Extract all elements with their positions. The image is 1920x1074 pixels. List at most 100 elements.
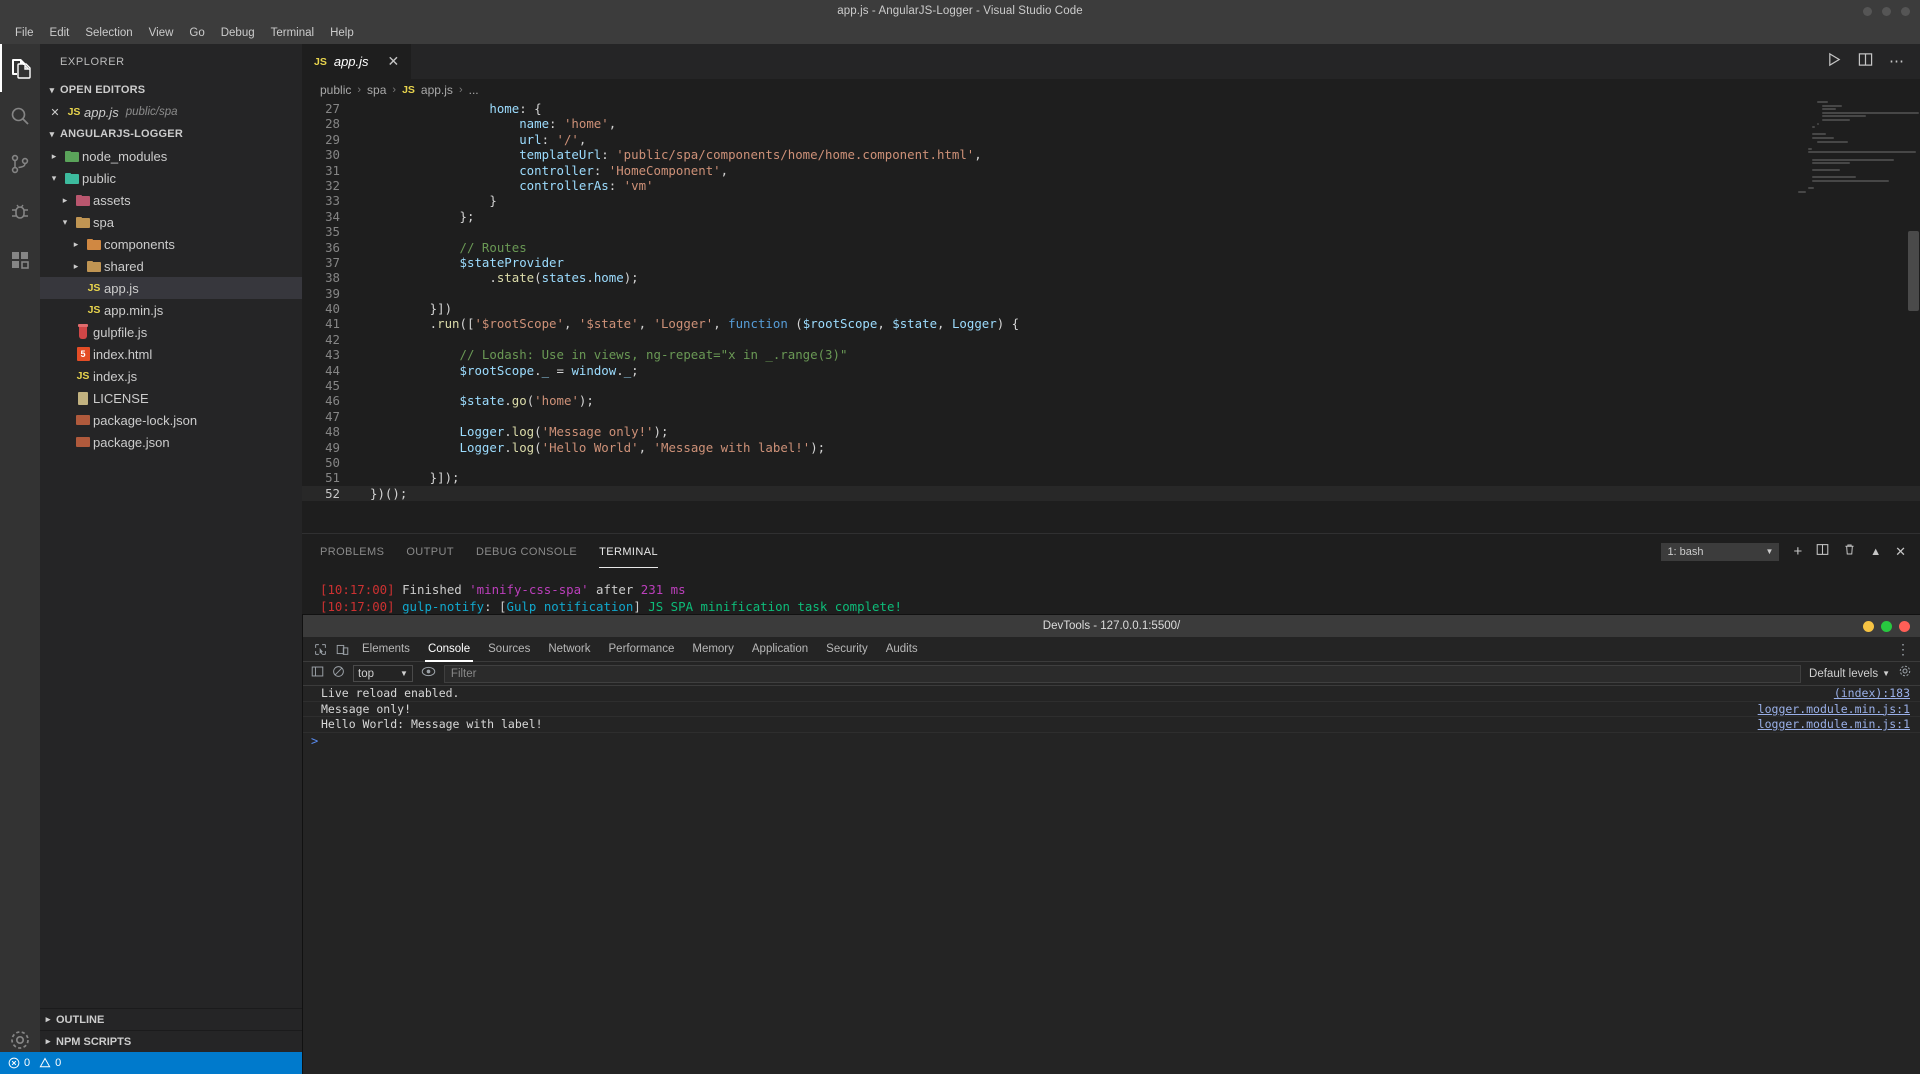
code-line[interactable]: 44 $rootScope._ = window._; <box>302 363 1920 378</box>
panel-tab-debug-console[interactable]: DEBUG CONSOLE <box>476 538 577 566</box>
activity-debug-button[interactable] <box>0 188 40 236</box>
activity-scm-button[interactable] <box>0 140 40 188</box>
tree-folder-assets[interactable]: ▸assets <box>40 189 302 211</box>
tree-folder-components[interactable]: ▸components <box>40 233 302 255</box>
console-message-source[interactable]: logger.module.min.js:1 <box>1758 702 1910 716</box>
tree-file-app-min-js[interactable]: JSapp.min.js <box>40 299 302 321</box>
menu-item-terminal[interactable]: Terminal <box>263 25 322 41</box>
tree-folder-spa[interactable]: ▾spa <box>40 211 302 233</box>
code-line[interactable]: 46 $state.go('home'); <box>302 393 1920 408</box>
terminal-selector[interactable]: 1: bash ▼ <box>1661 543 1779 561</box>
code-line[interactable]: 47 <box>302 409 1920 424</box>
maximize-button[interactable] <box>1882 7 1891 16</box>
minimize-button[interactable] <box>1863 7 1872 16</box>
tab-app-js[interactable]: JS app.js ✕ <box>302 44 412 79</box>
npm-scripts-section-header[interactable]: ▸ NPM SCRIPTS <box>40 1030 302 1052</box>
devtools-maximize-button[interactable] <box>1881 621 1892 632</box>
more-actions-icon[interactable]: ⋯ <box>1889 57 1904 67</box>
code-line[interactable]: 51 }]); <box>302 470 1920 485</box>
devtools-tab-console[interactable]: Console <box>419 637 479 662</box>
devtools-tab-network[interactable]: Network <box>539 637 599 662</box>
code-line[interactable]: 40 }]) <box>302 301 1920 316</box>
menu-item-go[interactable]: Go <box>181 25 212 41</box>
tree-file-index-js[interactable]: JSindex.js <box>40 365 302 387</box>
open-editor-item[interactable]: ✕JSapp.jspublic/spa <box>40 101 302 123</box>
panel-tab-problems[interactable]: PROBLEMS <box>320 538 384 566</box>
breadcrumb-item[interactable]: app.js <box>421 83 453 97</box>
live-expression-icon[interactable] <box>421 665 436 683</box>
code-line[interactable]: 45 <box>302 378 1920 393</box>
code-line[interactable]: 34 }; <box>302 209 1920 224</box>
code-line[interactable]: 33 } <box>302 193 1920 208</box>
breadcrumb-item[interactable]: ... <box>469 83 479 97</box>
activity-search-button[interactable] <box>0 92 40 140</box>
device-toolbar-icon[interactable] <box>331 637 353 662</box>
split-terminal-icon[interactable] <box>1816 543 1829 561</box>
code-line[interactable]: 27 home: { <box>302 101 1920 116</box>
maximize-panel-icon[interactable]: ▲ <box>1870 546 1881 558</box>
chevron-right-icon[interactable]: ▸ <box>46 151 62 162</box>
tree-file-package-lock-json[interactable]: package-lock.json <box>40 409 302 431</box>
code-line[interactable]: 32 controllerAs: 'vm' <box>302 178 1920 193</box>
minimap[interactable] <box>1798 101 1906 221</box>
tree-file-index-html[interactable]: 5index.html <box>40 343 302 365</box>
code-line[interactable]: 37 $stateProvider <box>302 255 1920 270</box>
code-line[interactable]: 43 // Lodash: Use in views, ng-repeat="x… <box>302 347 1920 362</box>
devtools-tab-performance[interactable]: Performance <box>600 637 684 662</box>
console-prompt[interactable]: > <box>303 733 1920 749</box>
tree-file-gulpfile-js[interactable]: gulpfile.js <box>40 321 302 343</box>
code-line[interactable]: 41 .run(['$rootScope', '$state', 'Logger… <box>302 316 1920 331</box>
panel-tab-terminal[interactable]: TERMINAL <box>599 538 658 566</box>
menu-item-debug[interactable]: Debug <box>213 25 263 41</box>
activity-explorer-button[interactable] <box>0 44 40 92</box>
chevron-down-icon[interactable]: ▾ <box>46 173 62 184</box>
code-editor[interactable]: 27 home: {28 name: 'home',29 url: '/',30… <box>302 101 1920 533</box>
console-message-source[interactable]: (index):183 <box>1834 686 1910 700</box>
project-section-header[interactable]: ▾ ANGULARJS-LOGGER <box>40 123 302 145</box>
devtools-close-button[interactable] <box>1899 621 1910 632</box>
chevron-down-icon[interactable]: ▾ <box>57 217 73 228</box>
devtools-settings-icon[interactable] <box>1898 664 1912 683</box>
code-line[interactable]: 38 .state(states.home); <box>302 270 1920 285</box>
code-line[interactable]: 48 Logger.log('Message only!'); <box>302 424 1920 439</box>
code-line[interactable]: 36 // Routes <box>302 240 1920 255</box>
log-levels-selector[interactable]: Default levels ▼ <box>1809 668 1890 680</box>
code-line[interactable]: 30 templateUrl: 'public/spa/components/h… <box>302 147 1920 162</box>
code-line[interactable]: 42 <box>302 332 1920 347</box>
tree-folder-public[interactable]: ▾public <box>40 167 302 189</box>
code-line[interactable]: 35 <box>302 224 1920 239</box>
devtools-tab-sources[interactable]: Sources <box>479 637 539 662</box>
tree-file-license[interactable]: LICENSE <box>40 387 302 409</box>
breadcrumb-item[interactable]: spa <box>367 83 386 97</box>
devtools-minimize-button[interactable] <box>1863 621 1874 632</box>
menu-item-view[interactable]: View <box>141 25 182 41</box>
devtools-tab-security[interactable]: Security <box>817 637 877 662</box>
panel-tab-output[interactable]: OUTPUT <box>406 538 454 566</box>
open-editors-section-header[interactable]: ▾ OPEN EDITORS <box>40 79 302 101</box>
devtools-tab-audits[interactable]: Audits <box>877 637 927 662</box>
menu-item-selection[interactable]: Selection <box>77 25 140 41</box>
code-line[interactable]: 52})(); <box>302 486 1920 501</box>
code-line[interactable]: 39 <box>302 286 1920 301</box>
close-icon[interactable]: ✕ <box>388 53 400 70</box>
inspect-element-icon[interactable] <box>309 637 331 662</box>
split-editor-icon[interactable] <box>1858 52 1873 72</box>
status-problems[interactable]: 0 0 <box>8 1057 61 1069</box>
devtools-window-controls[interactable] <box>1863 615 1910 637</box>
menu-item-edit[interactable]: Edit <box>42 25 78 41</box>
console-filter-input[interactable]: Filter <box>444 665 1801 683</box>
code-line[interactable]: 31 controller: 'HomeComponent', <box>302 163 1920 178</box>
code-line[interactable]: 28 name: 'home', <box>302 116 1920 131</box>
chevron-right-icon[interactable]: ▸ <box>68 239 84 250</box>
kill-terminal-icon[interactable] <box>1843 543 1856 561</box>
code-line[interactable]: 50 <box>302 455 1920 470</box>
console-message-source[interactable]: logger.module.min.js:1 <box>1758 717 1910 731</box>
editor-scrollbar[interactable] <box>1906 101 1920 533</box>
new-terminal-icon[interactable]: + <box>1793 543 1802 560</box>
menu-item-file[interactable]: File <box>7 25 42 41</box>
scrollbar-thumb[interactable] <box>1908 231 1919 311</box>
outline-section-header[interactable]: ▸ OUTLINE <box>40 1008 302 1030</box>
devtools-tab-elements[interactable]: Elements <box>353 637 419 662</box>
console-sidebar-icon[interactable] <box>311 665 324 683</box>
close-button[interactable] <box>1901 7 1910 16</box>
